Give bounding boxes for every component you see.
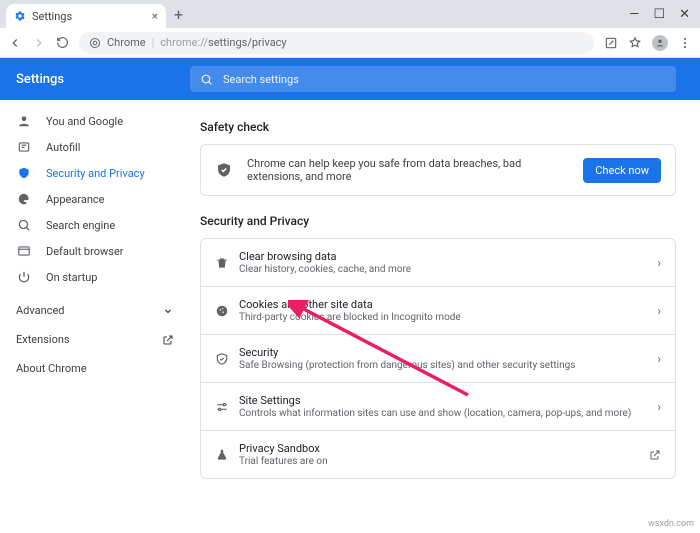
chevron-right-icon: › bbox=[657, 352, 661, 366]
row-title: Cookies and other site data bbox=[239, 298, 657, 311]
shield-check-icon bbox=[215, 352, 239, 366]
row-security[interactable]: Security Safe Browsing (protection from … bbox=[201, 335, 675, 383]
palette-icon bbox=[16, 192, 32, 206]
row-title: Site Settings bbox=[239, 394, 657, 407]
back-button[interactable] bbox=[8, 36, 22, 50]
sidebar-about[interactable]: About Chrome bbox=[0, 354, 190, 383]
shield-icon bbox=[16, 166, 32, 180]
external-link-icon bbox=[162, 334, 174, 346]
section-sp-title: Security and Privacy bbox=[200, 214, 676, 228]
sidebar-item-label: Security and Privacy bbox=[46, 167, 145, 180]
forward-button[interactable] bbox=[32, 36, 46, 50]
chrome-icon bbox=[89, 37, 101, 49]
maximize-button[interactable]: ☐ bbox=[653, 7, 665, 22]
row-title: Security bbox=[239, 346, 657, 359]
row-privacy-sandbox[interactable]: Privacy Sandbox Trial features are on bbox=[201, 431, 675, 478]
safety-desc: Chrome can help keep you safe from data … bbox=[247, 157, 569, 183]
sidebar: You and Google Autofill Security and Pri… bbox=[0, 100, 190, 533]
row-subtitle: Trial features are on bbox=[239, 456, 649, 467]
power-icon bbox=[16, 270, 32, 284]
external-link-icon bbox=[649, 449, 661, 461]
close-icon[interactable]: × bbox=[152, 9, 158, 23]
trash-icon bbox=[215, 256, 239, 270]
window-titlebar: Settings × + — ☐ ✕ bbox=[0, 0, 700, 28]
minimize-button[interactable]: — bbox=[629, 7, 639, 22]
watermark: wsxdn.com bbox=[648, 519, 694, 529]
chevron-right-icon: › bbox=[657, 400, 661, 414]
sidebar-item-label: Default browser bbox=[46, 245, 124, 258]
search-icon bbox=[16, 218, 32, 232]
sidebar-item-autofill[interactable]: Autofill bbox=[0, 134, 190, 160]
sidebar-item-default-browser[interactable]: Default browser bbox=[0, 238, 190, 264]
window-controls: — ☐ ✕ bbox=[629, 0, 700, 28]
row-clear-browsing-data[interactable]: Clear browsing data Clear history, cooki… bbox=[201, 239, 675, 287]
sidebar-item-appearance[interactable]: Appearance bbox=[0, 186, 190, 212]
row-subtitle: Safe Browsing (protection from dangerous… bbox=[239, 360, 657, 371]
search-icon bbox=[200, 73, 213, 86]
sidebar-item-label: Autofill bbox=[46, 141, 80, 154]
sidebar-item-label: Search engine bbox=[46, 219, 115, 232]
sidebar-item-label: Appearance bbox=[46, 193, 105, 206]
row-site-settings[interactable]: Site Settings Controls what information … bbox=[201, 383, 675, 431]
chevron-right-icon: › bbox=[657, 256, 661, 270]
sidebar-item-label: You and Google bbox=[46, 115, 123, 128]
sidebar-item-label: On startup bbox=[46, 271, 97, 284]
address-url: chrome://settings/privacy bbox=[160, 36, 286, 49]
about-label: About Chrome bbox=[16, 362, 87, 375]
safety-check-card: Chrome can help keep you safe from data … bbox=[200, 144, 676, 196]
advanced-label: Advanced bbox=[16, 304, 64, 317]
row-subtitle: Controls what information sites can use … bbox=[239, 408, 657, 419]
row-subtitle: Clear history, cookies, cache, and more bbox=[239, 264, 657, 275]
check-now-button[interactable]: Check now bbox=[583, 158, 661, 183]
divider: | bbox=[152, 36, 155, 49]
browser-tab[interactable]: Settings × bbox=[6, 4, 166, 28]
search-input[interactable]: Search settings bbox=[190, 66, 676, 92]
sidebar-extensions[interactable]: Extensions bbox=[0, 325, 190, 354]
sidebar-advanced[interactable]: Advanced bbox=[0, 296, 190, 325]
sliders-icon bbox=[215, 400, 239, 414]
search-placeholder: Search settings bbox=[223, 73, 299, 86]
browser-toolbar: Chrome | chrome://settings/privacy bbox=[0, 28, 700, 58]
share-icon[interactable] bbox=[604, 36, 618, 50]
close-button[interactable]: ✕ bbox=[679, 7, 690, 22]
sidebar-item-on-startup[interactable]: On startup bbox=[0, 264, 190, 290]
extensions-label: Extensions bbox=[16, 333, 70, 346]
sp-card-list: Clear browsing data Clear history, cooki… bbox=[200, 238, 676, 479]
avatar[interactable] bbox=[652, 35, 668, 51]
address-bar[interactable]: Chrome | chrome://settings/privacy bbox=[79, 32, 594, 54]
row-cookies[interactable]: Cookies and other site data Third-party … bbox=[201, 287, 675, 335]
row-subtitle: Third-party cookies are blocked in Incog… bbox=[239, 312, 657, 323]
browser-icon bbox=[16, 244, 32, 258]
person-icon bbox=[16, 114, 32, 128]
tab-title: Settings bbox=[32, 10, 146, 23]
bookmark-icon[interactable] bbox=[628, 36, 642, 50]
autofill-icon bbox=[16, 140, 32, 154]
page-title: Settings bbox=[0, 72, 190, 87]
sidebar-item-you-and-google[interactable]: You and Google bbox=[0, 108, 190, 134]
chevron-down-icon bbox=[162, 305, 174, 317]
reload-button[interactable] bbox=[56, 36, 69, 49]
sidebar-item-search-engine[interactable]: Search engine bbox=[0, 212, 190, 238]
menu-icon[interactable] bbox=[678, 36, 692, 50]
content: Safety check Chrome can help keep you sa… bbox=[190, 100, 700, 533]
new-tab-button[interactable]: + bbox=[166, 0, 191, 28]
row-title: Clear browsing data bbox=[239, 250, 657, 263]
gear-icon bbox=[14, 10, 26, 22]
settings-header: Settings Search settings bbox=[0, 58, 700, 100]
address-app: Chrome bbox=[107, 36, 146, 49]
cookie-icon bbox=[215, 304, 239, 318]
sidebar-item-security[interactable]: Security and Privacy bbox=[0, 160, 190, 186]
chevron-right-icon: › bbox=[657, 304, 661, 318]
main-layout: You and Google Autofill Security and Pri… bbox=[0, 100, 700, 533]
row-title: Privacy Sandbox bbox=[239, 442, 649, 455]
section-safety-title: Safety check bbox=[200, 120, 676, 134]
shield-icon bbox=[215, 161, 233, 179]
flask-icon bbox=[215, 448, 239, 462]
